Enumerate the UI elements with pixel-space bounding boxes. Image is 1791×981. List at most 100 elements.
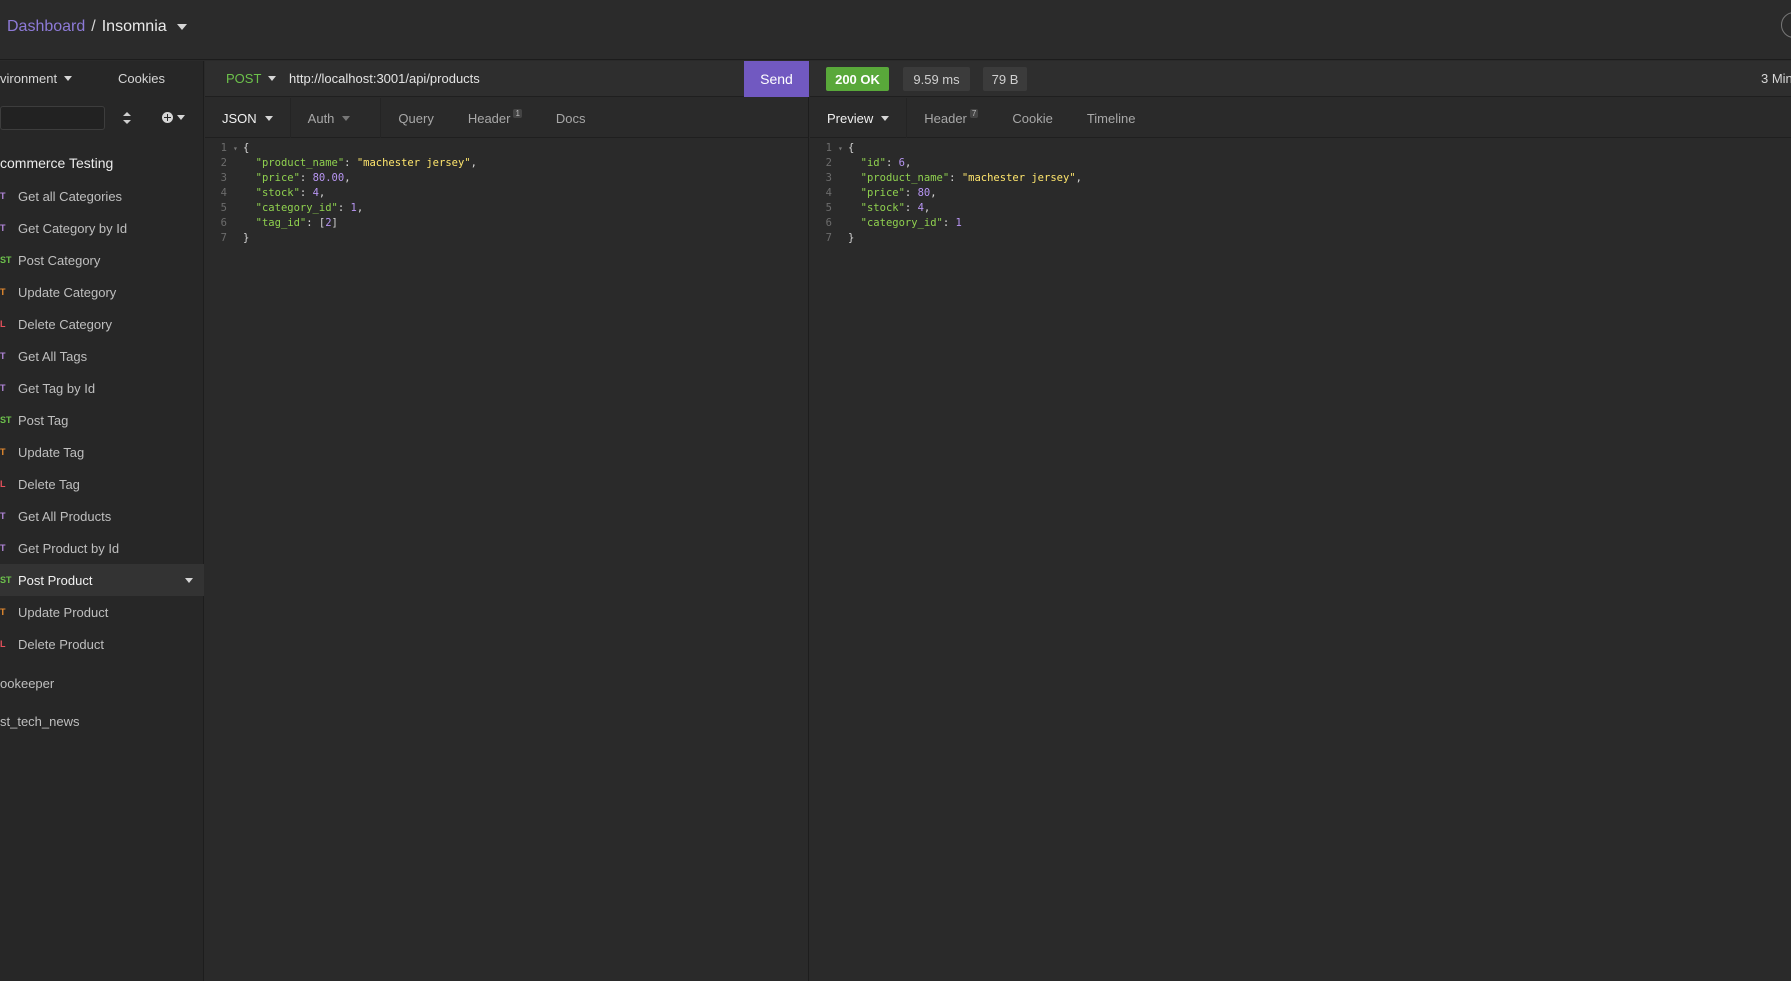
code-token: { (848, 142, 855, 154)
sidebar-request-item[interactable]: T Get all Categories (0, 180, 204, 212)
line-number: 2 (825, 157, 832, 169)
request-name: Get Category by Id (18, 220, 128, 236)
code-token: : (299, 172, 313, 184)
fold-gutter (838, 231, 848, 246)
breadcrumb-separator: / (91, 18, 96, 35)
sidebar-request-item[interactable]: ST Post Tag (0, 404, 204, 436)
tab-timeline[interactable]: Timeline (1070, 98, 1153, 138)
code-token: : (942, 217, 956, 229)
cookies-button[interactable]: Cookies (118, 71, 165, 86)
tab-response-header-label: Header (924, 110, 967, 126)
dashboard-link[interactable]: Dashboard (7, 18, 85, 36)
sidebar-request-item[interactable]: T Get All Tags (0, 340, 204, 372)
workspace-dropdown-icon[interactable] (176, 24, 187, 30)
code-token: , (470, 157, 477, 169)
request-name: Get all Categories (18, 188, 123, 204)
request-name: Delete Product (18, 636, 104, 652)
tab-response-header[interactable]: Header 7 (907, 98, 995, 138)
code-token: "product_name" (860, 172, 950, 184)
sidebar-request-item[interactable]: T Get Product by Id (0, 532, 204, 564)
method-tag: T (0, 543, 6, 553)
code-token: 80.00 (312, 172, 345, 184)
method-tag: T (0, 223, 6, 233)
line-number: 3 (220, 172, 227, 184)
request-name: Get All Products (18, 508, 112, 524)
code-token: ] (331, 217, 338, 229)
sidebar-request-item[interactable]: T Get Category by Id (0, 212, 204, 244)
sort-icon[interactable] (122, 111, 132, 125)
fold-gutter (233, 156, 243, 171)
request-body-editor[interactable]: 1 ▾{2 "product_name": "machester jersey",… (205, 141, 477, 246)
code-token: , (318, 187, 326, 199)
line-number: 4 (825, 187, 832, 199)
method-tag: T (0, 191, 6, 201)
request-actions-dropdown-icon[interactable] (185, 578, 193, 583)
sidebar-request-item[interactable]: T Update Product (0, 596, 204, 628)
fold-gutter (233, 186, 243, 201)
code-token: , (1075, 172, 1082, 184)
response-body-viewer[interactable]: 1 ▾{2 "id": 6,3 "product_name": "macheste… (810, 141, 1082, 246)
code-token: "price" (255, 172, 300, 184)
sidebar-request-item[interactable]: L Delete Category (0, 308, 204, 340)
filter-input[interactable] (0, 106, 105, 130)
folder-title[interactable]: commerce Testing (0, 155, 113, 171)
tab-preview[interactable]: Preview (810, 98, 908, 138)
sidebar-request-item[interactable]: T Update Tag (0, 436, 204, 468)
response-status-bar: 200 OK 9.59 ms 79 B 3 Min (810, 61, 1791, 97)
sidebar-request-item[interactable]: T Update Category (0, 276, 204, 308)
request-pane: POST http://localhost:3001/api/products … (205, 61, 809, 981)
account-icon[interactable] (1781, 12, 1791, 38)
sidebar-folder[interactable]: ookeeper (0, 676, 54, 691)
method-tag: L (0, 639, 6, 649)
send-button[interactable]: Send (744, 61, 809, 97)
add-request-button[interactable] (162, 112, 185, 123)
sidebar-request-item[interactable]: ST Post Category (0, 244, 204, 276)
sidebar-request-item[interactable]: L Delete Product (0, 628, 204, 660)
request-name: Get Product by Id (18, 540, 120, 556)
url-bar: POST http://localhost:3001/api/products … (205, 61, 809, 97)
code-token: } (848, 232, 855, 244)
tab-query[interactable]: Query (381, 98, 450, 138)
tab-auth[interactable]: Auth (291, 98, 382, 138)
fold-icon[interactable]: ▾ (233, 141, 243, 156)
fold-gutter (233, 171, 243, 186)
response-size: 79 B (983, 67, 1027, 91)
header-count-badge: 1 (513, 108, 522, 118)
line-number: 6 (220, 217, 227, 229)
sidebar-request-item[interactable]: T Get All Products (0, 500, 204, 532)
response-timestamp[interactable]: 3 Min (1761, 71, 1791, 86)
url-input[interactable]: http://localhost:3001/api/products (289, 71, 480, 86)
tab-header[interactable]: Header 1 (451, 98, 539, 138)
code-line: 7} (810, 231, 1082, 246)
fold-icon[interactable]: ▾ (838, 141, 848, 156)
tab-body[interactable]: JSON (205, 98, 291, 138)
method-tag: L (0, 479, 6, 489)
line-number: 7 (825, 232, 832, 244)
code-line: 4 "stock": 4, (205, 186, 477, 201)
code-line: 5 "stock": 4, (810, 201, 1082, 216)
fold-gutter (233, 216, 243, 231)
method-tag: T (0, 511, 6, 521)
sidebar-request-item[interactable]: ST Post Product (0, 564, 204, 596)
code-line: 6 "category_id": 1 (810, 216, 1082, 231)
method-tag: T (0, 607, 6, 617)
environment-selector[interactable]: vironment (0, 71, 73, 86)
sidebar-request-item[interactable]: T Get Tag by Id (0, 372, 204, 404)
code-token: "tag_id" (255, 217, 307, 229)
code-token: } (243, 232, 250, 244)
method-selector[interactable]: POST (226, 71, 277, 86)
tab-header-label: Header (467, 110, 511, 126)
workspace-name[interactable]: Insomnia (102, 18, 167, 36)
sidebar-request-item[interactable]: L Delete Tag (0, 468, 204, 500)
code-token: "category_id" (255, 202, 338, 214)
code-line: 3 "price": 80.00, (205, 171, 477, 186)
tab-cookie[interactable]: Cookie (995, 98, 1069, 138)
tab-docs[interactable]: Docs (539, 98, 603, 138)
method-tag: ST (0, 415, 12, 425)
line-number: 6 (825, 217, 832, 229)
sidebar-folder[interactable]: st_tech_news (0, 714, 80, 729)
request-name: Update Category (18, 284, 117, 300)
fold-gutter (838, 186, 848, 201)
